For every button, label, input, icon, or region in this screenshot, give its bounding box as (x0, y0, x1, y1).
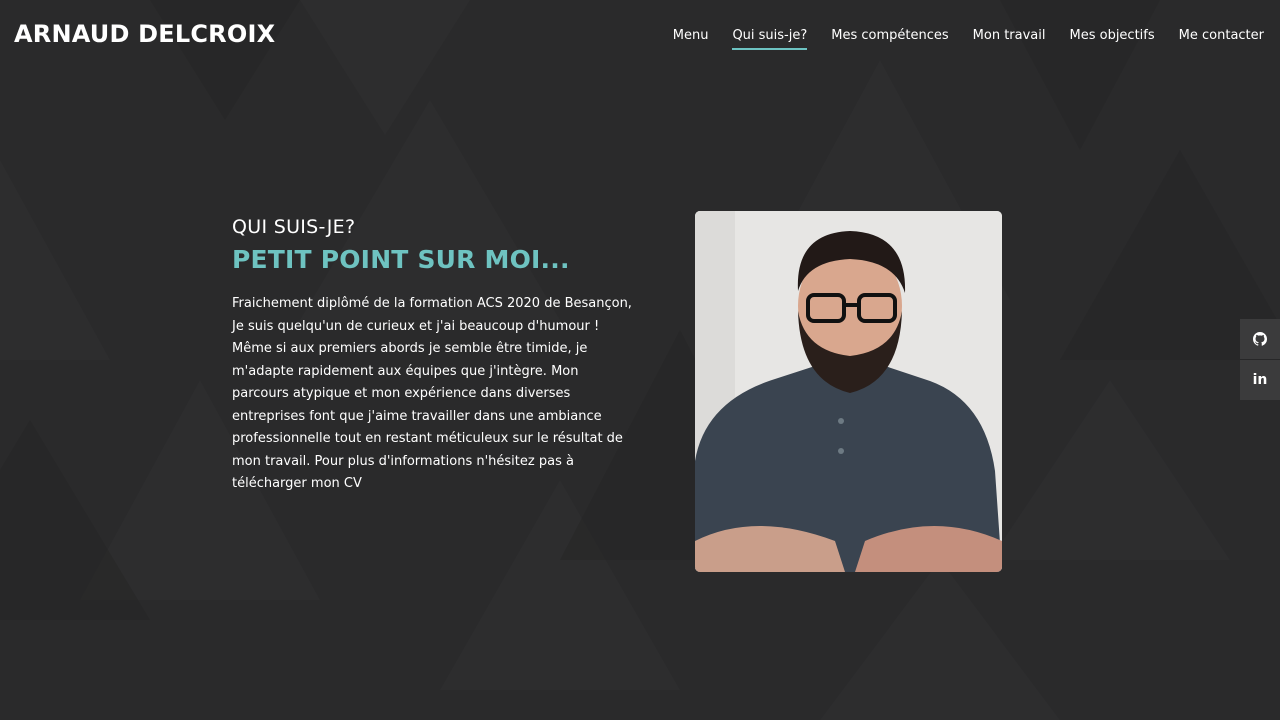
nav-item-competences: Mes compétences (831, 24, 948, 50)
nav-item-travail: Mon travail (973, 24, 1046, 50)
nav-item-contact: Me contacter (1179, 24, 1264, 50)
profile-photo (695, 211, 1002, 572)
social-sidebar: in (1240, 319, 1280, 401)
top-navbar: ARNAUD DELCROIX Menu Qui suis-je? Mes co… (0, 0, 1280, 72)
nav-link-objectifs[interactable]: Mes objectifs (1070, 28, 1155, 48)
nav-links: Menu Qui suis-je? Mes compétences Mon tr… (673, 24, 1264, 50)
about-description: Fraichement diplômé de la formation ACS … (232, 296, 632, 491)
nav-link-qui-suis-je[interactable]: Qui suis-je? (732, 28, 808, 50)
nav-link-menu[interactable]: Menu (673, 28, 709, 48)
nav-item-qui-suis-je: Qui suis-je? (732, 24, 808, 50)
github-icon (1253, 332, 1267, 346)
nav-link-contact[interactable]: Me contacter (1179, 28, 1264, 48)
about-title: PETIT POINT SUR MOI... (232, 245, 570, 274)
page: ARNAUD DELCROIX Menu Qui suis-je? Mes co… (0, 0, 1280, 720)
about-subtitle: QUI SUIS-JE? (232, 216, 356, 238)
nav-link-competences[interactable]: Mes compétences (831, 28, 948, 48)
linkedin-link[interactable]: in (1240, 360, 1280, 400)
nav-item-menu: Menu (673, 24, 709, 50)
brand-logo[interactable]: ARNAUD DELCROIX (14, 20, 275, 48)
github-link[interactable] (1240, 319, 1280, 359)
nav-link-travail[interactable]: Mon travail (973, 28, 1046, 48)
linkedin-icon: in (1252, 372, 1268, 388)
nav-item-objectifs: Mes objectifs (1070, 24, 1155, 50)
background-pattern (0, 0, 1280, 720)
